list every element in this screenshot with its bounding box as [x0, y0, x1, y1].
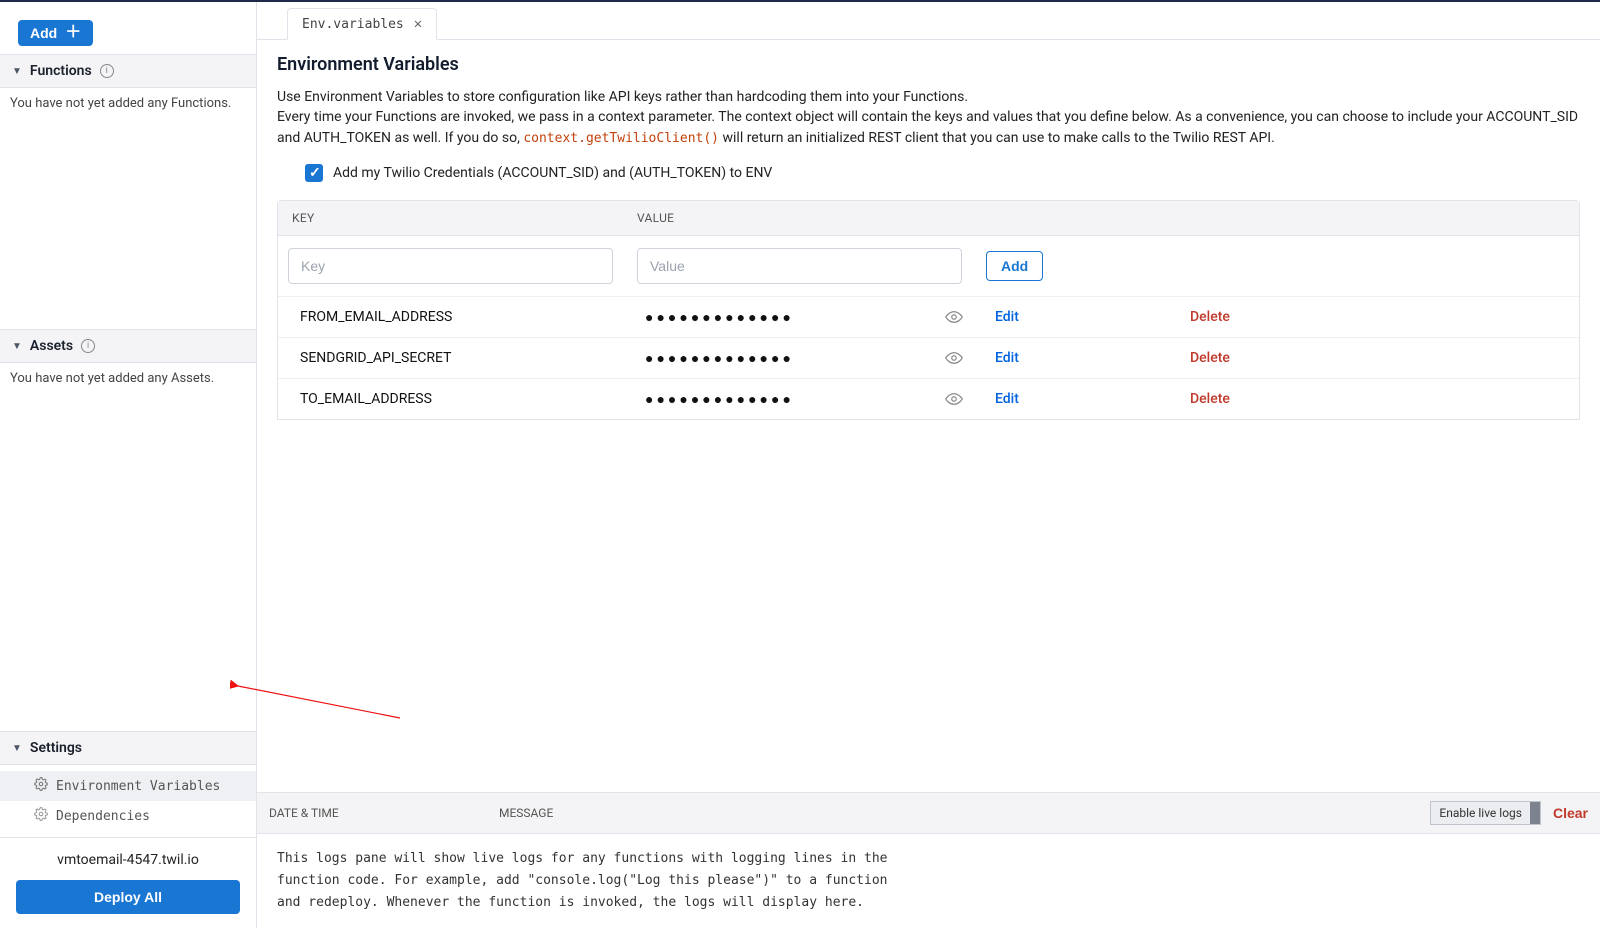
sidebar-footer: vmtoemail-4547.twil.io Deploy All [0, 837, 256, 928]
edit-link[interactable]: Edit [995, 350, 1190, 366]
edit-link[interactable]: Edit [995, 309, 1190, 325]
functions-empty-text: You have not yet added any Functions. [0, 88, 256, 119]
row-value-masked: ●●●●●●●●●●●●● [645, 309, 945, 326]
th-datetime: DATE & TIME [269, 806, 499, 820]
th-value: VALUE [637, 211, 982, 225]
enable-live-logs-toggle[interactable]: Enable live logs [1430, 801, 1541, 825]
table-row: FROM_EMAIL_ADDRESS ●●●●●●●●●●●●● Edit De… [278, 297, 1579, 338]
new-var-row: Add [278, 236, 1579, 297]
add-credentials-checkbox[interactable] [305, 164, 323, 182]
assets-empty-text: You have not yet added any Assets. [0, 363, 256, 394]
reveal-icon[interactable] [945, 390, 995, 408]
add-button[interactable]: Add ＋ [18, 20, 93, 46]
main-panel: Env.variables ✕ Environment Variables Us… [257, 2, 1600, 928]
close-icon[interactable]: ✕ [414, 16, 422, 32]
settings-section-header[interactable]: ▼ Settings [0, 731, 256, 765]
deploy-all-button[interactable]: Deploy All [16, 880, 240, 914]
settings-item-label: Environment Variables [56, 779, 220, 794]
edit-link[interactable]: Edit [995, 391, 1190, 407]
table-row: TO_EMAIL_ADDRESS ●●●●●●●●●●●●● Edit Dele… [278, 379, 1579, 419]
row-key: SENDGRID_API_SECRET [300, 350, 645, 366]
code-snippet: context.getTwilioClient() [523, 131, 719, 146]
clear-logs-button[interactable]: Clear [1553, 805, 1588, 821]
gear-icon [34, 807, 48, 825]
plus-icon: ＋ [65, 25, 81, 41]
table-header: KEY VALUE [278, 201, 1579, 236]
add-button-label: Add [30, 25, 57, 41]
key-input[interactable] [288, 248, 613, 284]
page-title: Environment Variables [277, 54, 1580, 75]
caret-down-icon: ▼ [12, 66, 22, 77]
value-input[interactable] [637, 248, 962, 284]
live-logs-label: Enable live logs [1431, 806, 1530, 820]
row-key: TO_EMAIL_ADDRESS [300, 391, 645, 407]
delete-link[interactable]: Delete [1190, 350, 1230, 366]
desc-line: Use Environment Variables to store confi… [277, 89, 968, 105]
desc-line: will return an initialized REST client t… [722, 130, 1274, 146]
settings-item-dependencies[interactable]: Dependencies [0, 801, 256, 831]
env-vars-table: KEY VALUE Add FROM_EMAIL_ADDRESS ●●●●●●●… [277, 200, 1580, 420]
reveal-icon[interactable] [945, 349, 995, 367]
domain-text: vmtoemail-4547.twil.io [16, 852, 240, 868]
delete-link[interactable]: Delete [1190, 309, 1230, 325]
info-icon[interactable]: i [100, 64, 114, 78]
info-icon[interactable]: i [81, 339, 95, 353]
th-key: KEY [292, 211, 637, 225]
gear-icon [34, 777, 48, 795]
logs-body: This logs pane will show live logs for a… [257, 834, 937, 928]
tabstrip: Env.variables ✕ [257, 2, 1600, 40]
add-row-button[interactable]: Add [986, 251, 1043, 281]
caret-down-icon: ▼ [12, 743, 22, 754]
logs-panel: DATE & TIME MESSAGE Enable live logs Cle… [257, 792, 1600, 928]
page-description: Use Environment Variables to store confi… [277, 87, 1580, 148]
settings-title: Settings [30, 740, 82, 756]
tab-env-variables[interactable]: Env.variables ✕ [287, 8, 437, 40]
toggle-knob-icon [1530, 802, 1540, 824]
logs-header: DATE & TIME MESSAGE Enable live logs Cle… [257, 793, 1600, 834]
tab-label: Env.variables [302, 17, 404, 32]
assets-title: Assets [30, 338, 73, 354]
assets-section-header[interactable]: ▼ Assets i [0, 329, 256, 363]
settings-item-env-vars[interactable]: Environment Variables [0, 771, 256, 801]
settings-item-label: Dependencies [56, 809, 150, 824]
functions-title: Functions [30, 63, 92, 79]
table-row: SENDGRID_API_SECRET ●●●●●●●●●●●●● Edit D… [278, 338, 1579, 379]
row-key: FROM_EMAIL_ADDRESS [300, 309, 645, 325]
delete-link[interactable]: Delete [1190, 391, 1230, 407]
reveal-icon[interactable] [945, 308, 995, 326]
functions-section-header[interactable]: ▼ Functions i [0, 54, 256, 88]
th-message: MESSAGE [499, 806, 1430, 820]
add-credentials-label: Add my Twilio Credentials (ACCOUNT_SID) … [333, 165, 772, 181]
row-value-masked: ●●●●●●●●●●●●● [645, 350, 945, 367]
settings-list: Environment Variables Dependencies [0, 765, 256, 837]
caret-down-icon: ▼ [12, 341, 22, 352]
sidebar: Add ＋ ▼ Functions i You have not yet add… [0, 2, 257, 928]
row-value-masked: ●●●●●●●●●●●●● [645, 391, 945, 408]
